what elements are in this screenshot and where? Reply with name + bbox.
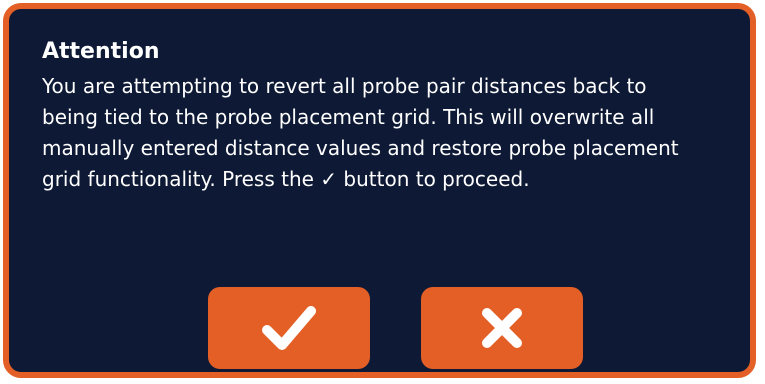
- close-icon: [481, 307, 523, 349]
- attention-dialog: Attention You are attempting to revert a…: [3, 3, 756, 378]
- checkmark-icon: [262, 305, 316, 351]
- dialog-message: You are attempting to revert all probe p…: [42, 74, 679, 191]
- cancel-button[interactable]: [421, 287, 583, 369]
- dialog-title: Attention: [42, 39, 160, 64]
- confirm-button[interactable]: [208, 287, 370, 369]
